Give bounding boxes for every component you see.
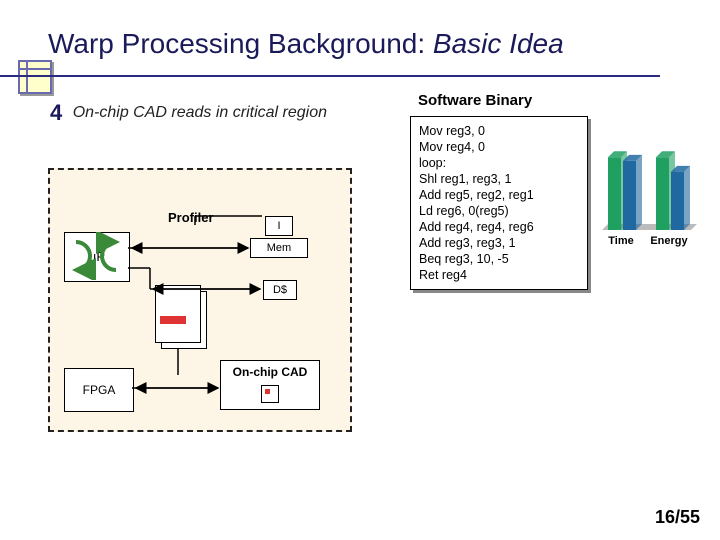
code-line: Ret reg4 [419,267,579,283]
code-line: Add reg3, reg3, 1 [419,235,579,251]
oncad-block: On-chip CAD [220,360,320,410]
dcache-block: D$ [263,280,297,300]
title-accent: Basic Idea [433,28,564,59]
oncad-label: On-chip CAD [233,365,308,379]
code-line: Add reg4, reg4, reg6 [419,219,579,235]
icache-block: I [265,216,293,236]
page-number: 16/55 [655,507,700,528]
software-binary-listing: Mov reg3, 0Mov reg4, 0loop:Shl reg1, reg… [410,116,588,290]
code-line: Shl reg1, reg3, 1 [419,171,579,187]
step-number: 4 [50,100,62,126]
processor-block: µP [64,232,130,282]
svg-text:Time: Time [608,235,633,247]
svg-text:Energy: Energy [650,235,688,247]
profiler-label: Profiler [168,210,214,225]
imem-block: Mem [250,238,308,258]
step-caption: 4 On-chip CAD reads in critical region [50,100,327,126]
code-line: Ld reg6, 0(reg5) [419,203,579,219]
code-line: Add reg5, reg2, reg1 [419,187,579,203]
slide: Warp Processing Background: Basic Idea 4… [0,0,720,540]
code-line: Beq reg3, 10, -5 [419,251,579,267]
code-line: Mov reg3, 0 [419,123,579,139]
software-binary-title: Software Binary [418,92,532,109]
oncad-mini-icon [261,385,279,403]
title-bar: Warp Processing Background: Basic Idea [48,28,690,60]
slide-title: Warp Processing Background: Basic Idea [48,28,564,59]
fpga-block: FPGA [64,368,134,412]
code-line: Mov reg4, 0 [419,139,579,155]
code-line: loop: [419,155,579,171]
step-text: On-chip CAD reads in critical region [73,104,327,121]
bar-chart: Time Energy [602,135,697,255]
title-bullet-icon [18,60,52,94]
title-prefix: Warp Processing Background: [48,28,433,59]
soc-diagram: Profiler µP I Mem D$ FPGA On-chip CAD [48,168,352,432]
title-underline [0,75,660,77]
